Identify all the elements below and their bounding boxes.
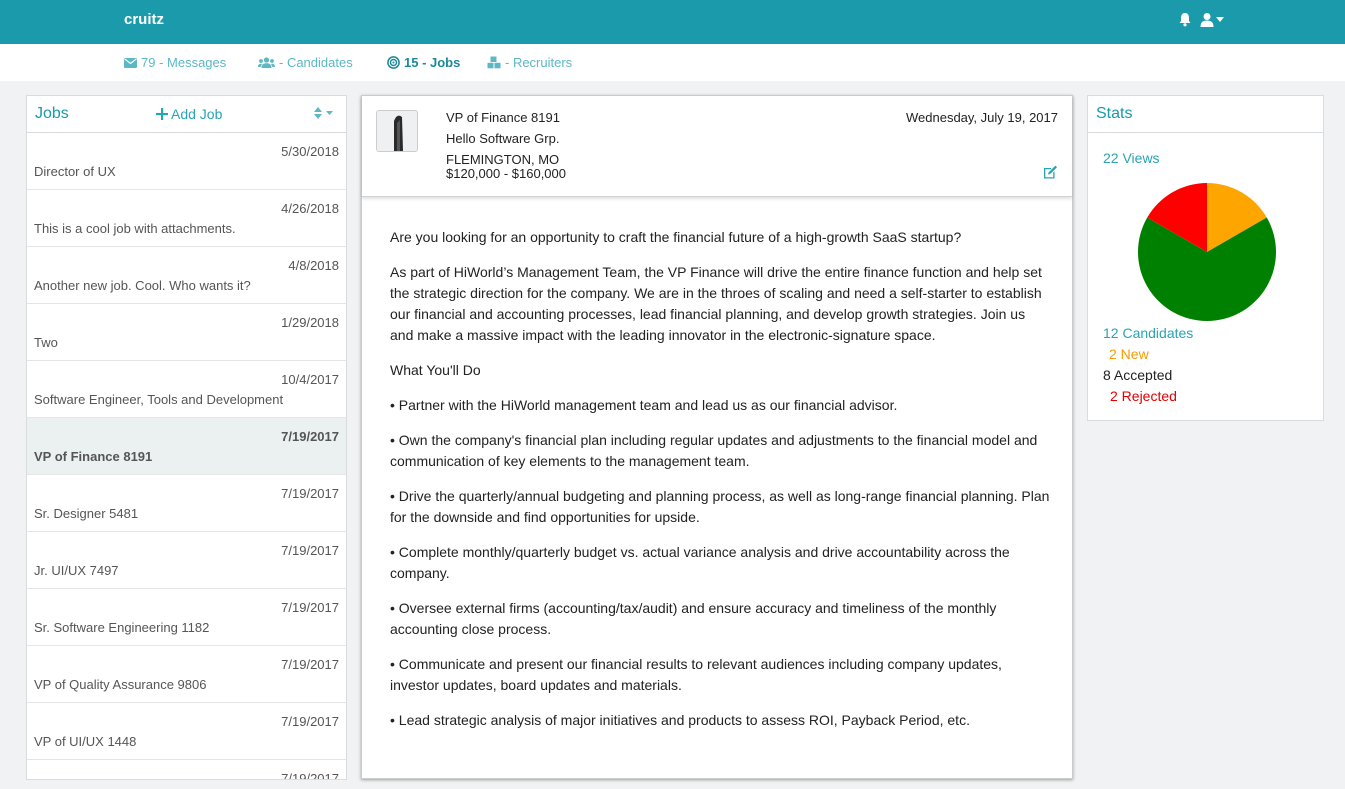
nav-messages[interactable]: 79 - Messages	[124, 55, 226, 70]
edit-icon	[1044, 165, 1057, 179]
job-date: 1/29/2018	[281, 315, 339, 330]
description-subheading: What You'll Do	[390, 362, 481, 378]
candidates-pie-chart	[1138, 183, 1276, 321]
job-list-item[interactable]: 7/19/2017 Sr. Software Engineering 1182	[27, 589, 346, 646]
edit-job-button[interactable]	[1043, 165, 1058, 184]
nav-recruiters-label: - Recruiters	[505, 55, 573, 70]
new-count: 2 New	[1109, 346, 1149, 362]
jobs-panel-title: Jobs	[35, 105, 69, 122]
job-detail-panel: VP of Finance 8191 Hello Software Grp. F…	[361, 95, 1073, 779]
envelope-icon	[124, 57, 137, 68]
job-posted-date: Wednesday, July 19, 2017	[905, 110, 1058, 125]
sub-navigation: 79 - Messages - Candidates 15 - Jobs - R…	[0, 44, 1345, 81]
job-title: Jr. UI/UX 7497	[34, 563, 119, 578]
jobs-panel-header: Jobs Add Job	[27, 96, 346, 133]
job-date: 7/19/2017	[281, 486, 339, 501]
rejected-count: 2 Rejected	[1110, 388, 1177, 404]
nav-jobs[interactable]: 15 - Jobs	[387, 55, 460, 70]
job-list-item[interactable]: 5/30/2018 Director of UX	[27, 133, 346, 190]
jobs-panel: Jobs Add Job 5/30/2018 Director of UX 4/2…	[26, 95, 347, 780]
job-date: 7/19/2017	[281, 600, 339, 615]
job-date: 7/19/2017	[281, 543, 339, 558]
job-list-item[interactable]: 7/19/2017 VP of UI/UX 1448	[27, 703, 346, 760]
header-icons	[1178, 12, 1224, 27]
nav-candidates-label: - Candidates	[279, 55, 353, 70]
description-bullet: • Lead strategic analysis of major initi…	[390, 712, 970, 728]
description-paragraph: Are you looking for an opportunity to cr…	[390, 229, 962, 245]
description-bullet: • Drive the quarterly/annual budgeting a…	[390, 488, 1050, 525]
job-list-item[interactable]: 7/19/2017 VP of Quality Assurance 9806	[27, 646, 346, 703]
candidates-count[interactable]: 12 Candidates	[1103, 325, 1193, 341]
company-name: Hello Software Grp.	[446, 131, 560, 146]
job-title: Software Engineer, Tools and Development	[34, 392, 284, 407]
job-detail-header: VP of Finance 8191 Hello Software Grp. F…	[362, 96, 1072, 197]
job-date: 10/4/2017	[281, 372, 339, 387]
job-title: Director of UX	[34, 164, 116, 179]
job-list-item[interactable]: 7/19/2017 Jr. UI/UX 7497	[27, 532, 346, 589]
description-bullet: • Own the company's financial plan inclu…	[390, 432, 1038, 469]
job-list-item[interactable]: 4/26/2018 This is a cool job with attachm…	[27, 190, 346, 247]
description-bullet: • Communicate and present our financial …	[390, 656, 1002, 693]
job-title: Two	[34, 335, 58, 350]
job-date: 4/26/2018	[281, 201, 339, 216]
job-date: 7/19/2017	[281, 429, 339, 444]
job-list-item[interactable]: 10/4/2017 Software Engineer, Tools and De…	[27, 361, 346, 418]
job-salary: $120,000 - $160,000	[446, 166, 566, 181]
sort-dropdown[interactable]	[314, 107, 333, 119]
description-bullet: • Partner with the HiWorld management te…	[390, 397, 898, 413]
plus-icon	[156, 108, 168, 120]
job-title: VP of UI/UX 1448	[34, 734, 137, 749]
job-title: Sr. Software Engineering 1182	[34, 620, 210, 635]
nav-jobs-label: 15 - Jobs	[404, 55, 461, 70]
bell-icon[interactable]	[1178, 12, 1192, 27]
job-title: Another new job. Cool. Who wants it?	[34, 278, 251, 293]
caret-down-icon	[1216, 17, 1224, 22]
job-list-item[interactable]: 7/19/2017 Sr. Designer 5481	[27, 475, 346, 532]
user-menu[interactable]	[1200, 12, 1224, 27]
job-list-item-selected[interactable]: 7/19/2017 VP of Finance 8191	[27, 418, 346, 475]
job-date: 7/19/2017	[281, 714, 339, 729]
job-list-item[interactable]: 7/19/2017	[27, 760, 346, 780]
job-date: 5/30/2018	[281, 144, 339, 159]
nav-candidates[interactable]: - Candidates	[258, 55, 353, 70]
description-paragraph: As part of HiWorld’s Management Team, th…	[390, 264, 1042, 343]
job-title: VP of Quality Assurance 9806	[34, 677, 207, 692]
stats-title: Stats	[1096, 105, 1133, 122]
job-title: VP of Finance 8191	[34, 449, 153, 464]
description-bullet: • Oversee external firms (accounting/tax…	[390, 600, 997, 637]
user-icon	[1200, 13, 1214, 27]
views-count[interactable]: 22 Views	[1103, 150, 1160, 166]
nav-messages-label: 79 - Messages	[141, 55, 227, 70]
job-location: FLEMINGTON, MO	[446, 152, 560, 167]
job-description: Are you looking for an opportunity to cr…	[390, 227, 1050, 745]
job-date: 7/19/2017	[281, 657, 339, 672]
cubes-icon	[487, 56, 501, 69]
job-date: 4/8/2018	[288, 258, 339, 273]
add-job-button[interactable]: Add Job	[156, 106, 222, 122]
job-title: This is a cool job with attachments.	[34, 221, 236, 236]
add-job-label: Add Job	[171, 106, 223, 122]
accepted-count: 8 Accepted	[1103, 367, 1173, 383]
sort-icon	[314, 107, 322, 119]
stats-panel-header: Stats	[1088, 96, 1323, 133]
job-list-item[interactable]: 1/29/2018 Two	[27, 304, 346, 361]
job-date: 7/19/2017	[281, 771, 339, 780]
job-list-item[interactable]: 4/8/2018 Another new job. Cool. Who wants…	[27, 247, 346, 304]
description-bullet: • Complete monthly/quarterly budget vs. …	[390, 544, 1010, 581]
job-list: 5/30/2018 Director of UX 4/26/2018 This is…	[27, 133, 346, 780]
job-title-heading: VP of Finance 8191	[446, 110, 560, 125]
caret-down-icon	[326, 111, 333, 115]
brand-logo[interactable]: cruitz	[124, 11, 164, 28]
company-logo	[376, 110, 418, 152]
job-title: Sr. Designer 5481	[34, 506, 139, 521]
nav-recruiters[interactable]: - Recruiters	[487, 55, 572, 70]
top-bar: cruitz	[0, 0, 1345, 44]
target-icon	[387, 56, 400, 69]
users-icon	[258, 57, 275, 68]
stats-panel: Stats 22 Views 12 Candidates 2 New 8 Acc…	[1087, 95, 1324, 421]
